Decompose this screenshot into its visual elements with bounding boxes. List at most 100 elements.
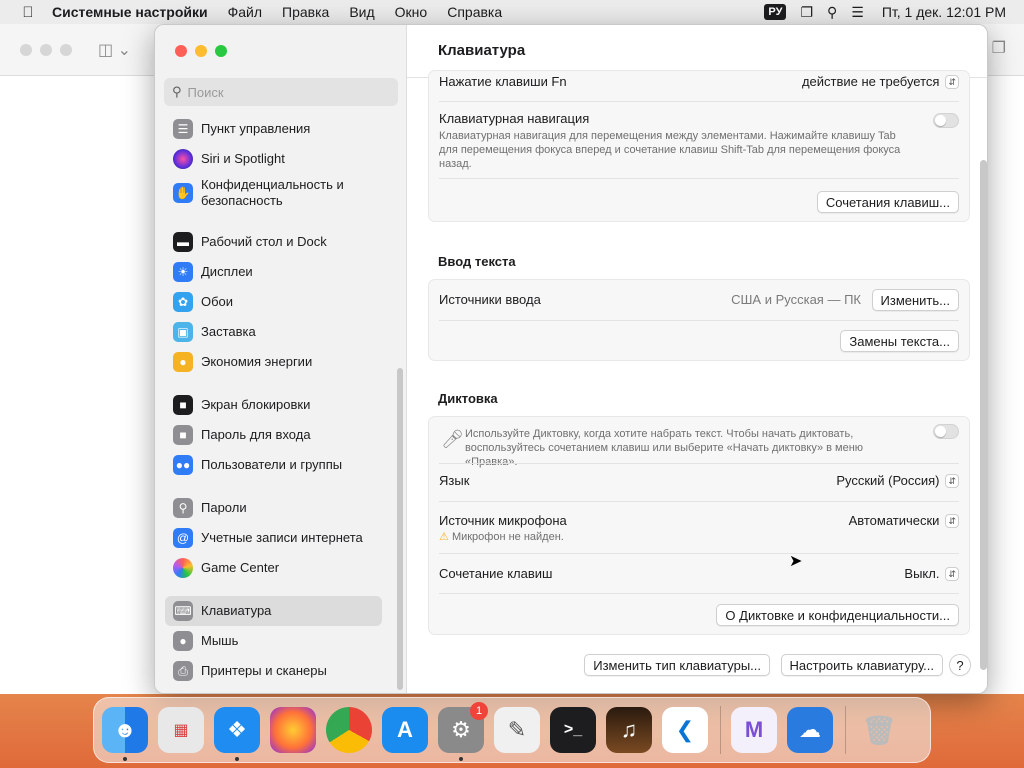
script-editor-icon[interactable]: ✎ bbox=[494, 707, 540, 753]
input-sources-change-button[interactable]: Изменить... bbox=[871, 289, 959, 311]
fn-key-select[interactable]: действие не требуется ⇵ bbox=[802, 74, 959, 89]
bg-minimize-button[interactable] bbox=[40, 44, 52, 56]
game-center-icon bbox=[173, 558, 193, 578]
search-icon[interactable]: ⚲ bbox=[827, 4, 837, 21]
text-replacements-button[interactable]: Замены текста... bbox=[840, 330, 959, 352]
microphone-icon: 🎤︎ bbox=[441, 429, 464, 449]
sidebar-scrollbar[interactable] bbox=[397, 368, 403, 690]
flower-icon: ✿ bbox=[173, 292, 193, 312]
sidebar-item-label: Game Center bbox=[201, 560, 280, 575]
dictation-toggle[interactable] bbox=[933, 424, 959, 439]
sidebar-item-privacy[interactable]: ✋ Конфиденциальность и безопасность bbox=[165, 174, 382, 212]
about-dictation-button[interactable]: О Диктовке и конфиденциальности... bbox=[716, 604, 959, 626]
sidebar-item-keyboard[interactable]: ⌨ Клавиатура bbox=[165, 596, 382, 626]
sidebar-item-login-password[interactable]: ■ Пароль для входа bbox=[165, 420, 382, 450]
menu-help[interactable]: Справка bbox=[447, 4, 502, 20]
finder-icon[interactable]: ☻ bbox=[102, 707, 148, 761]
dictation-shortcut-value: Выкл. bbox=[904, 566, 940, 581]
sidebar-item-label: Обои bbox=[201, 294, 234, 309]
divider bbox=[439, 463, 959, 464]
close-button[interactable] bbox=[175, 45, 187, 57]
microphone-source-value: Автоматически bbox=[848, 513, 940, 528]
sidebar-item-siri[interactable]: Siri и Spotlight bbox=[165, 144, 382, 174]
menu-view[interactable]: Вид bbox=[349, 4, 374, 20]
warning-icon: ⚠ bbox=[439, 531, 449, 543]
search-input[interactable]: ⚲ Поиск bbox=[164, 78, 398, 106]
zoom-button[interactable] bbox=[215, 45, 227, 57]
menu-edit[interactable]: Правка bbox=[282, 4, 329, 20]
keyboard-shortcuts-button[interactable]: Сочетания клавиш... bbox=[816, 191, 959, 213]
users-icon: ●● bbox=[173, 455, 193, 475]
sidebar-item-printers[interactable]: ⎙ Принтеры и сканеры bbox=[165, 656, 382, 686]
trash-icon[interactable]: 🗑︎ bbox=[856, 707, 902, 753]
language-select[interactable]: Русский (Россия) ⇵ bbox=[836, 473, 959, 488]
chevron-updown-icon: ⇵ bbox=[945, 74, 959, 89]
menu-app-name[interactable]: Системные настройки bbox=[52, 4, 208, 20]
stage-manager-icon[interactable]: ❐ bbox=[800, 4, 813, 21]
control-center-icon[interactable]: ☰ bbox=[851, 4, 864, 21]
microphone-warning: Микрофон не найден. bbox=[451, 531, 564, 543]
bg-zoom-button[interactable] bbox=[60, 44, 72, 56]
system-settings-window: ⚲ Поиск ☰ Пункт управления Siri и Spotli… bbox=[154, 24, 988, 694]
minimize-button[interactable] bbox=[195, 45, 207, 57]
setup-keyboard-button[interactable]: Настроить клавиатуру... bbox=[780, 654, 943, 676]
control-center-icon: ☰ bbox=[173, 119, 193, 139]
menu-clock[interactable]: Пт, 1 дек. 12:01 PM bbox=[882, 4, 1006, 20]
sidebar-toggle-icon[interactable]: ◫ ⌄ bbox=[98, 40, 131, 60]
system-settings-icon[interactable]: ⚙ 1 bbox=[438, 702, 488, 761]
terminal-icon[interactable]: >_ bbox=[550, 707, 596, 753]
change-keyboard-type-button[interactable]: Изменить тип клавиатуры... bbox=[584, 654, 770, 676]
menu-file[interactable]: Файл bbox=[228, 4, 262, 20]
hand-icon: ✋ bbox=[173, 183, 193, 203]
help-button[interactable]: ? bbox=[949, 654, 971, 676]
dictation-shortcut-select[interactable]: Выкл. ⇵ bbox=[904, 566, 959, 581]
divider bbox=[439, 553, 959, 554]
menu-window[interactable]: Окно bbox=[395, 4, 428, 20]
lock-gray-icon: ■ bbox=[173, 425, 193, 445]
sidebar-item-desktop-dock[interactable]: ▬ Рабочий стол и Dock bbox=[165, 227, 382, 257]
bulb-icon: ● bbox=[173, 352, 193, 372]
keyboard-icon: ⌨ bbox=[173, 601, 193, 621]
sidebar-item-screensaver[interactable]: ▣ Заставка bbox=[165, 317, 382, 347]
vscode-icon[interactable]: ❮ bbox=[662, 707, 708, 753]
safari-icon[interactable]: ❖ bbox=[214, 707, 260, 761]
sidebar-item-game-center[interactable]: Game Center bbox=[165, 553, 382, 583]
divider bbox=[439, 178, 959, 179]
input-language-indicator[interactable]: РУ bbox=[764, 4, 787, 20]
dock-icon: ▬ bbox=[173, 232, 193, 252]
sidebar-item-wallpaper[interactable]: ✿ Обои bbox=[165, 287, 382, 317]
sidebar-item-mouse[interactable]: ● Мышь bbox=[165, 626, 382, 656]
sidebar-item-energy[interactable]: ● Экономия энергии bbox=[165, 347, 382, 377]
sidebar-item-control-center[interactable]: ☰ Пункт управления bbox=[165, 114, 382, 144]
page-title: Клавиатура bbox=[438, 42, 526, 59]
sidebar-item-internet-accounts[interactable]: @ Учетные записи интернета bbox=[165, 523, 382, 553]
launchpad-icon[interactable]: ▦ bbox=[158, 707, 204, 753]
running-indicator bbox=[235, 757, 239, 761]
guitar-icon[interactable]: ♫ bbox=[606, 707, 652, 753]
sidebar-item-lock-screen[interactable]: ■ Экран блокировки bbox=[165, 390, 382, 420]
sidebar-item-passwords[interactable]: ⚲ Пароли bbox=[165, 493, 382, 523]
tabs-icon[interactable]: ❐ bbox=[992, 38, 1006, 58]
firefox-icon[interactable] bbox=[270, 707, 316, 753]
input-sources-value: США и Русская — ПК bbox=[731, 292, 861, 307]
visual-studio-icon[interactable]: M bbox=[731, 707, 777, 753]
weather-icon[interactable]: ☁ bbox=[787, 707, 833, 753]
apple-logo-icon[interactable]:  bbox=[18, 4, 38, 21]
fn-key-label: Нажатие клавиши Fn bbox=[439, 74, 567, 89]
divider bbox=[439, 320, 959, 321]
sidebar-item-users-groups[interactable]: ●● Пользователи и группы bbox=[165, 450, 382, 480]
microphone-source-select[interactable]: Автоматически ⇵ bbox=[849, 513, 959, 528]
search-icon: ⚲ bbox=[172, 84, 182, 99]
chrome-icon[interactable] bbox=[326, 707, 372, 753]
content-scrollbar[interactable] bbox=[980, 160, 987, 670]
bg-close-button[interactable] bbox=[20, 44, 32, 56]
sidebar-item-label: Учетные записи интернета bbox=[201, 530, 363, 545]
sidebar-item-displays[interactable]: ☀ Дисплеи bbox=[165, 257, 382, 287]
app-store-icon[interactable]: A bbox=[382, 707, 428, 753]
keyboard-navigation-description: Клавиатурная навигация для перемещения м… bbox=[439, 130, 901, 170]
language-value: Русский (Россия) bbox=[836, 473, 940, 488]
keyboard-navigation-toggle[interactable] bbox=[933, 113, 959, 128]
printer-icon: ⎙ bbox=[173, 661, 193, 681]
dock-separator bbox=[845, 706, 846, 754]
sidebar-item-label: Пункт управления bbox=[201, 121, 311, 136]
